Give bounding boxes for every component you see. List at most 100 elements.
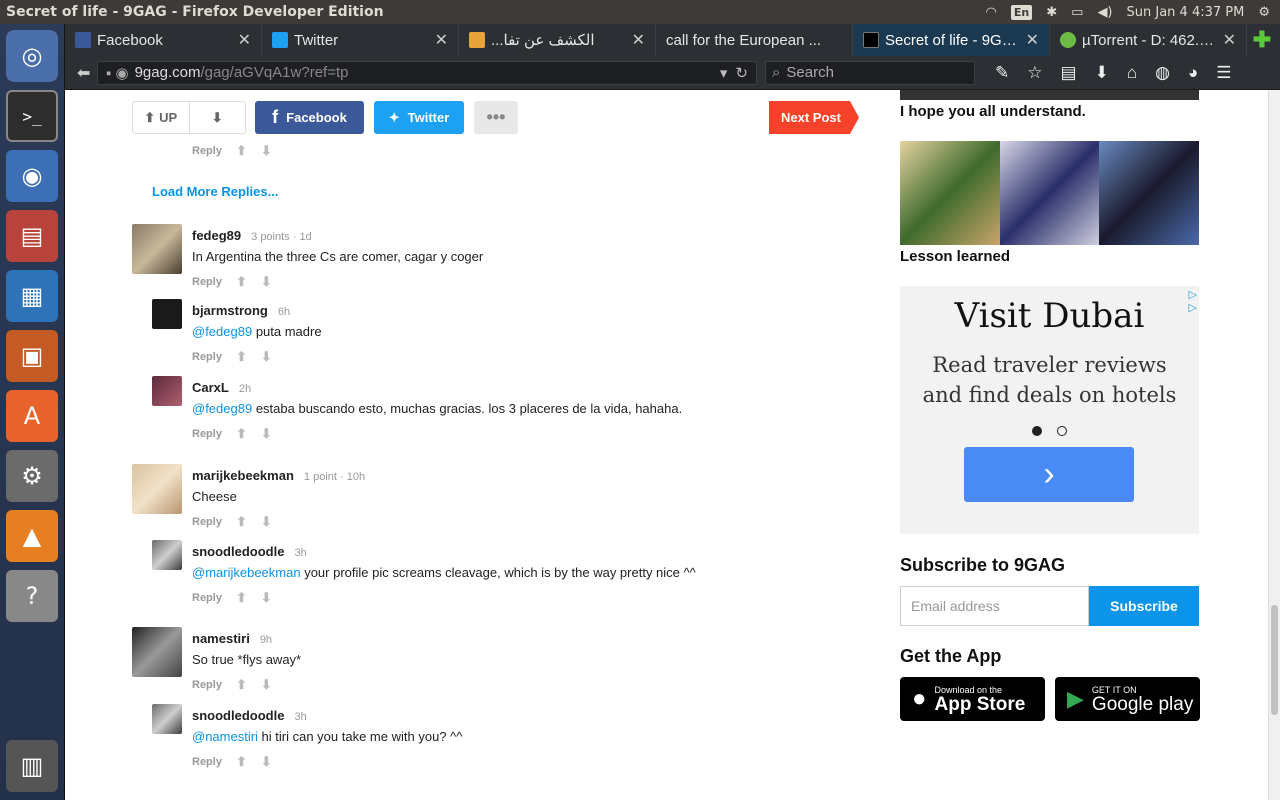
up-arrow-icon[interactable]: ⬆ [236, 677, 247, 693]
subscribe-button[interactable]: Subscribe [1089, 586, 1199, 626]
down-arrow-icon[interactable]: ⬇ [261, 426, 272, 442]
wifi-icon[interactable]: ◠ [986, 5, 997, 20]
reply-link[interactable]: Reply [192, 679, 222, 691]
down-arrow-icon[interactable]: ⬇ [261, 514, 272, 530]
keyboard-layout-indicator[interactable]: En [1010, 4, 1033, 20]
avatar[interactable] [132, 224, 182, 274]
help-icon[interactable]: ? [6, 570, 58, 622]
writer-icon[interactable]: ▦ [6, 270, 58, 322]
files-icon[interactable]: ▤ [6, 210, 58, 262]
ubuntu-dash-icon[interactable]: ◎ [6, 30, 58, 82]
next-post-button[interactable]: Next Post [769, 101, 859, 134]
up-arrow-icon[interactable]: ⬆ [236, 514, 247, 530]
ad-next-button[interactable]: › [964, 447, 1134, 502]
up-arrow-icon[interactable]: ⬆ [236, 349, 247, 365]
comment-username[interactable]: CarxL [192, 380, 229, 395]
down-arrow-icon[interactable]: ⬇ [261, 274, 272, 290]
comment-mention[interactable]: @fedeg89 [192, 401, 252, 416]
close-icon[interactable]: ✕ [1223, 30, 1236, 50]
advertisement[interactable]: ▷ ▷ Visit Dubai Read traveler reviews and… [900, 286, 1199, 534]
reply-link[interactable]: Reply [192, 276, 222, 288]
up-arrow-icon[interactable]: ⬆ [236, 590, 247, 606]
reload-icon[interactable]: ↻ [735, 64, 748, 82]
carousel-dot[interactable] [1032, 426, 1042, 436]
settings-gear-icon[interactable]: ⚙ [1258, 5, 1270, 20]
reply-link[interactable]: Reply [192, 145, 222, 157]
up-arrow-icon[interactable]: ⬆ [236, 143, 247, 159]
tab-twitter[interactable]: Twitter ✕ [262, 24, 459, 56]
up-arrow-icon[interactable]: ⬆ [236, 274, 247, 290]
app-store-button[interactable]: ● Download on the App Store [900, 677, 1045, 721]
home-icon[interactable]: ⌂ [1127, 63, 1137, 83]
comment-username[interactable]: snoodledoodle [192, 544, 284, 559]
avatar[interactable] [132, 627, 182, 677]
terminal-icon[interactable]: >_ [6, 90, 58, 142]
dropdown-chevron-icon[interactable]: ▾ [720, 64, 728, 82]
down-arrow-icon[interactable]: ⬇ [261, 349, 272, 365]
down-arrow-icon[interactable]: ⬇ [261, 590, 272, 606]
close-icon[interactable]: ✕ [238, 30, 251, 50]
software-center-icon[interactable]: A [6, 390, 58, 442]
reply-link[interactable]: Reply [192, 756, 222, 768]
up-arrow-icon[interactable]: ⬆ [236, 426, 247, 442]
wrench-icon[interactable]: ✎ [995, 63, 1009, 83]
more-options-button[interactable]: ••• [474, 101, 518, 134]
comment-mention[interactable]: @namestiri [192, 729, 258, 744]
volume-icon[interactable]: ◀) [1097, 5, 1112, 20]
scrollbar-thumb[interactable] [1271, 605, 1278, 715]
sidebar-post-caption[interactable]: I hope you all understand. [900, 103, 1086, 120]
sidebar-post-image[interactable] [900, 141, 1200, 245]
email-field[interactable]: Email address [900, 586, 1089, 626]
menu-icon[interactable]: ☰ [1216, 63, 1231, 83]
reply-link[interactable]: Reply [192, 351, 222, 363]
avatar[interactable] [152, 299, 182, 329]
comment-username[interactable]: marijkebeekman [192, 468, 294, 483]
url-bar[interactable]: ▪ ◉ 9gag.com/gag/aGVqA1w?ref=tp ▾ ↻ [97, 60, 757, 85]
page-scrollbar[interactable] [1268, 90, 1280, 800]
trash-icon[interactable]: ▥ [6, 740, 58, 792]
upvote-button[interactable]: ⬆ UP [133, 102, 189, 133]
impress-icon[interactable]: ▣ [6, 330, 58, 382]
google-play-button[interactable]: ▶ GET IT ON Google play [1055, 677, 1200, 721]
clipboard-icon[interactable]: ▤ [1061, 63, 1077, 83]
new-tab-plus-icon[interactable]: ✚ [1247, 24, 1277, 56]
down-arrow-icon[interactable]: ⬇ [261, 677, 272, 693]
comment-mention[interactable]: @fedeg89 [192, 324, 252, 339]
avatar[interactable] [152, 704, 182, 734]
down-arrow-icon[interactable]: ⬇ [261, 143, 272, 159]
tab-arabic-article[interactable]: ...الكشف عن تفا ✕ [459, 24, 656, 56]
reply-link[interactable]: Reply [192, 516, 222, 528]
reply-link[interactable]: Reply [192, 428, 222, 440]
up-arrow-icon[interactable]: ⬆ [236, 754, 247, 770]
reply-link[interactable]: Reply [192, 592, 222, 604]
battery-icon[interactable]: ▭ [1071, 5, 1083, 20]
comment-mention[interactable]: @marijkebeekman [192, 565, 301, 580]
vlc-icon[interactable]: ▲ [6, 510, 58, 562]
clock[interactable]: Sun Jan 4 4:37 PM [1127, 5, 1245, 20]
comment-username[interactable]: snoodledoodle [192, 708, 284, 723]
extension-icon[interactable]: ◍ [1155, 63, 1170, 83]
sidebar-post-caption[interactable]: Lesson learned [900, 248, 1010, 265]
load-more-replies-link[interactable]: Load More Replies... [152, 184, 278, 199]
sidebar-post-image[interactable] [900, 90, 1199, 100]
tab-facebook[interactable]: Facebook ✕ [65, 24, 262, 56]
twitter-share-button[interactable]: ✦ Twitter [374, 101, 464, 134]
avatar[interactable] [152, 540, 182, 570]
carousel-dot[interactable] [1057, 426, 1067, 436]
tab-9gag[interactable]: Secret of life - 9GAG ✕ [853, 24, 1050, 56]
close-icon[interactable]: ✕ [1026, 30, 1039, 50]
close-icon[interactable]: ✕ [632, 30, 645, 50]
down-arrow-icon[interactable]: ⬇ [261, 754, 272, 770]
avatar[interactable] [152, 376, 182, 406]
bluetooth-icon[interactable]: ✱ [1046, 5, 1057, 20]
tab-european-call[interactable]: call for the European ... [656, 24, 853, 56]
comment-username[interactable]: fedeg89 [192, 228, 241, 243]
close-icon[interactable]: ✕ [435, 30, 448, 50]
tab-utorrent[interactable]: µTorrent - D: 462.0... ✕ [1050, 24, 1247, 56]
bookmark-star-icon[interactable]: ☆ [1027, 63, 1042, 83]
downvote-button[interactable]: ⬇ [188, 102, 246, 133]
chromium-icon[interactable]: ◉ [6, 150, 58, 202]
search-input[interactable]: ⌕ Search [765, 60, 975, 85]
site-info-icon[interactable]: ▪ ◉ [106, 64, 129, 82]
comment-username[interactable]: namestiri [192, 631, 250, 646]
